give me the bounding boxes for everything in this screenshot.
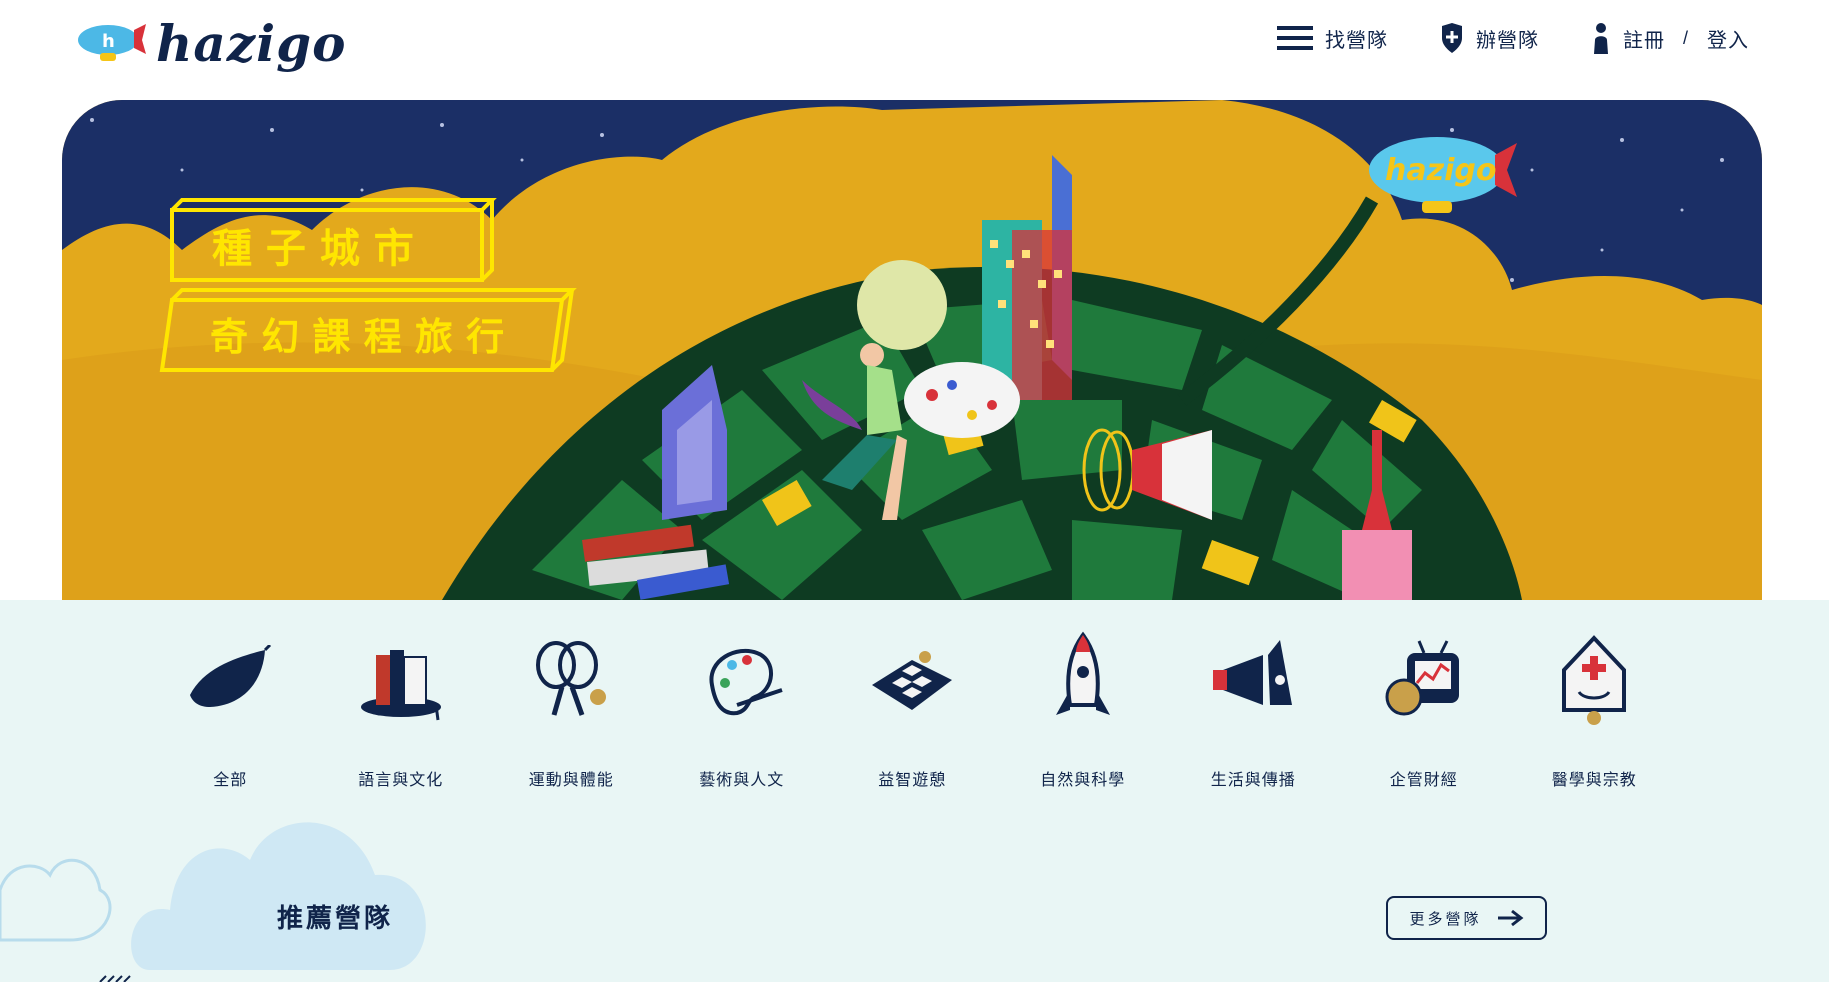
megaphone-icon — [1203, 630, 1303, 730]
site-header: h hazigo 找營隊 辦營隊 註冊 / 登入 — [0, 0, 1829, 100]
category-label: 生活與傳播 — [1210, 772, 1296, 789]
host-camp-link[interactable]: 辦營隊 — [1440, 23, 1539, 53]
category-medicine-religion[interactable]: 醫學與宗教 — [1509, 630, 1680, 790]
category-sports-fitness[interactable]: 運動與體能 — [486, 630, 657, 790]
login-link[interactable]: 登入 — [1707, 24, 1749, 53]
find-camp-link[interactable]: 找營隊 — [1276, 24, 1388, 53]
find-camp-label: 找營隊 — [1324, 29, 1388, 52]
category-all[interactable]: 全部 — [145, 630, 316, 790]
register-link[interactable]: 註冊 — [1623, 24, 1665, 53]
category-arts-humanities[interactable]: 藝術與人文 — [657, 630, 828, 790]
hero-illustration: hazigo 種 子 城 市 奇 幻 課 程 旅 行 — [62, 100, 1762, 600]
hazigo-logo[interactable]: h hazigo — [76, 8, 346, 78]
category-business-finance[interactable]: 企管財經 — [1339, 630, 1510, 790]
rocket-icon — [1033, 630, 1133, 730]
host-camp-label: 辦營隊 — [1475, 29, 1539, 52]
category-nature-science[interactable]: 自然與科學 — [998, 630, 1169, 790]
nav-separator: / — [1682, 27, 1689, 48]
svg-text:h: h — [102, 31, 115, 52]
palette-icon — [692, 630, 792, 730]
shield-plus-icon — [1441, 23, 1462, 53]
arrow-right-icon — [1497, 909, 1523, 927]
person-icon — [1593, 23, 1608, 54]
category-label: 益智遊憩 — [878, 772, 947, 789]
category-label: 醫學與宗教 — [1551, 772, 1637, 789]
category-label: 全部 — [213, 772, 248, 789]
category-label: 運動與體能 — [528, 772, 614, 789]
airship-logo-icon: h — [78, 24, 146, 61]
neon-sign-line2: 奇 幻 課 程 旅 行 — [210, 315, 504, 359]
hospital-icon — [1544, 630, 1644, 730]
category-life-media[interactable]: 生活與傳播 — [1168, 630, 1339, 790]
category-label: 語言與文化 — [358, 772, 444, 789]
neon-sign-line1: 種 子 城 市 — [212, 226, 414, 272]
airship-badge-text: hazigo — [1385, 153, 1496, 188]
account-links: 註冊 / 登入 — [1591, 22, 1749, 54]
category-list: 全部 語言與文化 運動與體能 藝術與人文 益智遊憩 自然與科學 生活與傳播 企管… — [145, 630, 1680, 790]
rackets-icon — [521, 630, 621, 730]
top-nav: 找營隊 辦營隊 註冊 / 登入 — [1276, 22, 1749, 54]
more-camps-button[interactable]: 更多營隊 — [1386, 896, 1547, 940]
logo-wordmark: hazigo — [156, 13, 347, 73]
leaf-icon — [180, 630, 280, 730]
hamburger-menu-icon — [1276, 26, 1313, 50]
tv-coin-icon — [1374, 630, 1474, 730]
moon — [857, 260, 947, 350]
category-language-culture[interactable]: 語言與文化 — [316, 630, 487, 790]
category-section: 全部 語言與文化 運動與體能 藝術與人文 益智遊憩 自然與科學 生活與傳播 企管… — [0, 600, 1829, 982]
category-label: 藝術與人文 — [699, 772, 785, 789]
recommended-camps-title: 推薦營隊 — [277, 903, 394, 933]
books-icon — [351, 630, 451, 730]
chessboard-icon — [862, 630, 962, 730]
category-label: 自然與科學 — [1040, 772, 1126, 789]
art-palette — [904, 362, 1020, 438]
category-puzzle-leisure[interactable]: 益智遊憩 — [827, 630, 998, 790]
hero-banner[interactable]: hazigo 種 子 城 市 奇 幻 課 程 旅 行 — [62, 100, 1762, 600]
more-camps-label: 更多營隊 — [1409, 910, 1482, 928]
category-label: 企管財經 — [1389, 772, 1458, 789]
